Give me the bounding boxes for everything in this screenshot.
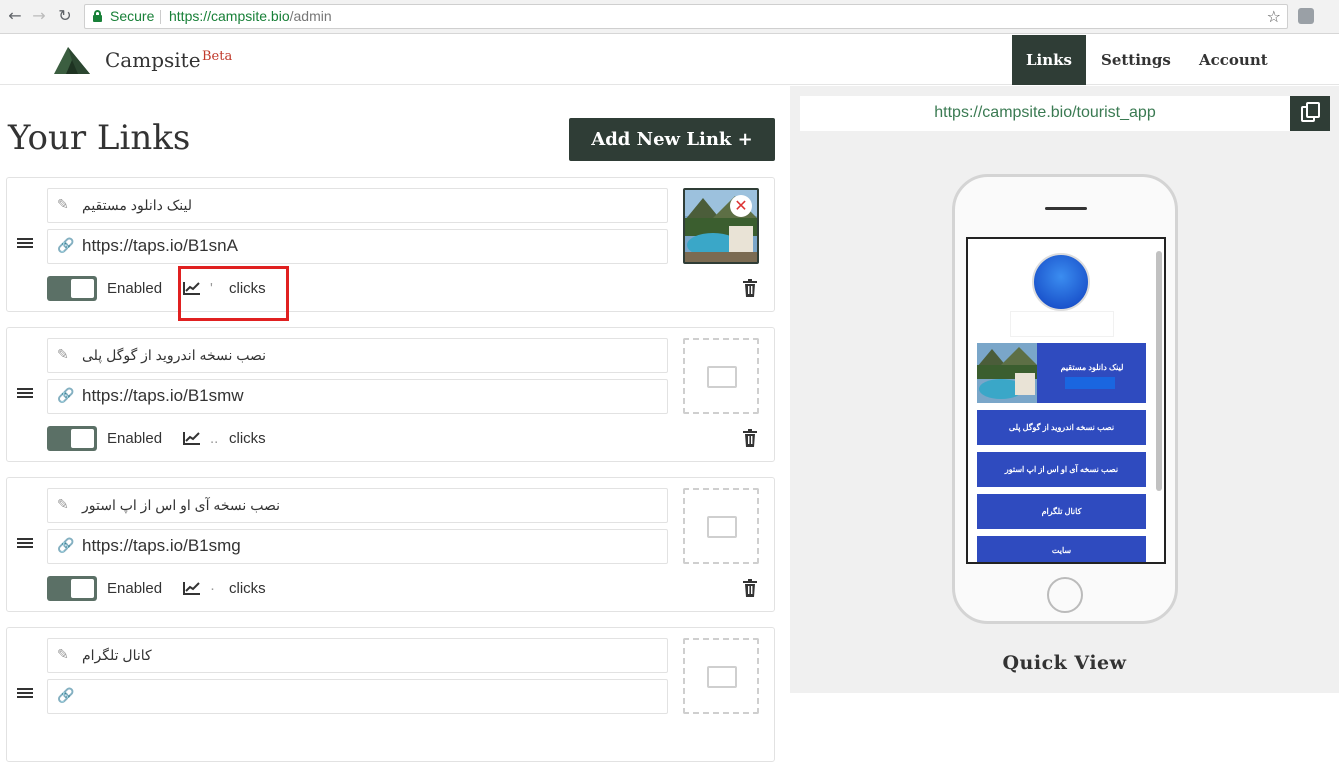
links-editor: Your Links Add New Link + ✎ لینک دانلود … (0, 86, 790, 762)
public-url-field[interactable]: https://campsite.bio/tourist_app (800, 96, 1290, 131)
link-title-field[interactable]: ✎ کانال تلگرام (47, 638, 668, 673)
link-card: ✎ کانال تلگرام 🔗 (6, 627, 775, 762)
tent-logo-icon[interactable] (52, 44, 92, 76)
image-upload-placeholder[interactable] (683, 338, 759, 414)
clicks-label: clicks (229, 430, 266, 447)
trash-icon[interactable] (742, 279, 758, 297)
link-title-field[interactable]: ✎ نصب نسخه اندروید از گوگل پلی (47, 338, 668, 373)
drag-handle-icon[interactable] (17, 688, 33, 700)
drag-handle-icon[interactable] (17, 238, 33, 250)
link-title-value: کانال تلگرام (82, 647, 152, 663)
link-title-field[interactable]: ✎ لینک دانلود مستقیم (47, 188, 668, 223)
reload-icon[interactable]: ↻ (56, 7, 74, 25)
quick-view-label: Quick View (1002, 652, 1127, 674)
brand-name[interactable]: Campsite (105, 48, 201, 72)
trash-icon[interactable] (742, 429, 758, 447)
bookmark-star-icon[interactable]: ☆ (1267, 5, 1281, 28)
address-path: /admin (289, 8, 332, 24)
mobile-link-button[interactable]: کانال تلگرام (977, 494, 1146, 529)
secure-label: Secure (110, 8, 155, 24)
phone-speaker (1045, 207, 1087, 210)
extension-icon[interactable] (1298, 8, 1314, 24)
clicks-count: .. (210, 430, 219, 447)
link-title-value: نصب نسخه آی او اس از اپ استور (82, 497, 280, 513)
mobile-link-button[interactable]: نصب نسخه اندروید از گوگل پلی (977, 410, 1146, 445)
pencil-icon: ✎ (57, 647, 69, 663)
profile-bio-box (1010, 311, 1114, 337)
enabled-toggle[interactable] (47, 576, 97, 601)
beta-badge: Beta (202, 49, 233, 64)
link-url-value: https://taps.io/B1smw (82, 386, 244, 405)
enabled-label: Enabled (107, 280, 163, 297)
mobile-link-photo (977, 343, 1037, 403)
remove-image-icon[interactable]: ✕ (730, 195, 752, 217)
link-url-value: https://taps.io/B1smg (82, 536, 241, 555)
clicks-label: clicks (229, 580, 266, 597)
public-url-text: https://campsite.bio/tourist_app (934, 104, 1156, 121)
address-host: https://campsite.bio (169, 8, 290, 24)
mobile-link-redaction (1065, 377, 1115, 389)
pencil-icon: ✎ (57, 497, 69, 513)
site-header: Campsite Beta Links Settings Account (0, 35, 1339, 85)
link-card: ✎ نصب نسخه آی او اس از اپ استور 🔗 https:… (6, 477, 775, 612)
image-upload-placeholder[interactable] (683, 638, 759, 714)
mobile-link-button[interactable]: لینک دانلود مستقیم (977, 343, 1146, 403)
pencil-icon: ✎ (57, 197, 69, 213)
link-chain-icon: 🔗 (57, 688, 75, 704)
nav-settings[interactable]: Settings (1087, 35, 1185, 85)
link-chain-icon: 🔗 (57, 238, 75, 254)
nav-account[interactable]: Account (1185, 35, 1282, 85)
mobile-link-label: لینک دانلود مستقیم (1060, 363, 1124, 372)
nav-links[interactable]: Links (1012, 35, 1086, 85)
link-thumbnail[interactable]: ✕ (683, 188, 759, 264)
link-chain-icon: 🔗 (57, 538, 75, 554)
drag-handle-icon[interactable] (17, 388, 33, 400)
address-url[interactable]: https://campsite.bio/admin (169, 5, 332, 28)
link-url-field[interactable]: 🔗 https://taps.io/B1snA (47, 229, 668, 264)
link-title-value: نصب نسخه اندروید از گوگل پلی (82, 347, 267, 363)
link-card: ✎ لینک دانلود مستقیم 🔗 https://taps.io/B… (6, 177, 775, 321)
profile-avatar (1032, 253, 1090, 311)
image-placeholder-icon (707, 516, 737, 538)
enabled-toggle[interactable] (47, 276, 97, 301)
drag-handle-icon[interactable] (17, 538, 33, 550)
image-upload-placeholder[interactable] (683, 488, 759, 564)
browser-toolbar: ← → ↻ Secure https://campsite.bio/admin … (0, 0, 1339, 34)
image-placeholder-icon (707, 666, 737, 688)
enabled-label: Enabled (107, 580, 163, 597)
copy-icon[interactable] (1290, 96, 1330, 131)
enabled-label: Enabled (107, 430, 163, 447)
image-placeholder-icon (707, 366, 737, 388)
analytics-chart-icon[interactable] (183, 581, 201, 595)
mobile-link-button[interactable]: نصب نسخه آی او اس از اپ استور (977, 452, 1146, 487)
analytics-chart-icon[interactable] (183, 431, 201, 445)
add-new-link-button[interactable]: Add New Link + (569, 118, 775, 161)
lock-icon (93, 10, 102, 22)
phone-mockup: لینک دانلود مستقیم نصب نسخه اندروید از گ… (952, 174, 1178, 624)
trash-icon[interactable] (742, 579, 758, 597)
preview-scrollbar[interactable] (1156, 251, 1162, 491)
link-title-field[interactable]: ✎ نصب نسخه آی او اس از اپ استور (47, 488, 668, 523)
pencil-icon: ✎ (57, 347, 69, 363)
link-url-field[interactable]: 🔗 (47, 679, 668, 714)
phone-home-button (1047, 577, 1083, 613)
link-url-field[interactable]: 🔗 https://taps.io/B1smg (47, 529, 668, 564)
link-url-field[interactable]: 🔗 https://taps.io/B1smw (47, 379, 668, 414)
preview-panel: https://campsite.bio/tourist_app لینک دا… (790, 86, 1339, 693)
forward-arrow-icon[interactable]: → (30, 7, 48, 25)
mobile-link-button[interactable]: سایت (977, 536, 1146, 562)
back-arrow-icon[interactable]: ← (6, 7, 24, 25)
page-title: Your Links (8, 118, 191, 158)
omnibox-divider (160, 10, 161, 24)
enabled-toggle[interactable] (47, 426, 97, 451)
link-url-value: https://taps.io/B1snA (82, 236, 238, 255)
link-card: ✎ نصب نسخه اندروید از گوگل پلی 🔗 https:/… (6, 327, 775, 462)
address-bar[interactable]: Secure https://campsite.bio/admin ☆ (84, 4, 1288, 29)
clicks-highlight-annotation (178, 266, 289, 321)
mobile-preview-screen[interactable]: لینک دانلود مستقیم نصب نسخه اندروید از گ… (966, 237, 1166, 564)
link-title-value: لینک دانلود مستقیم (82, 197, 192, 213)
clicks-count: · (210, 580, 215, 597)
link-chain-icon: 🔗 (57, 388, 75, 404)
